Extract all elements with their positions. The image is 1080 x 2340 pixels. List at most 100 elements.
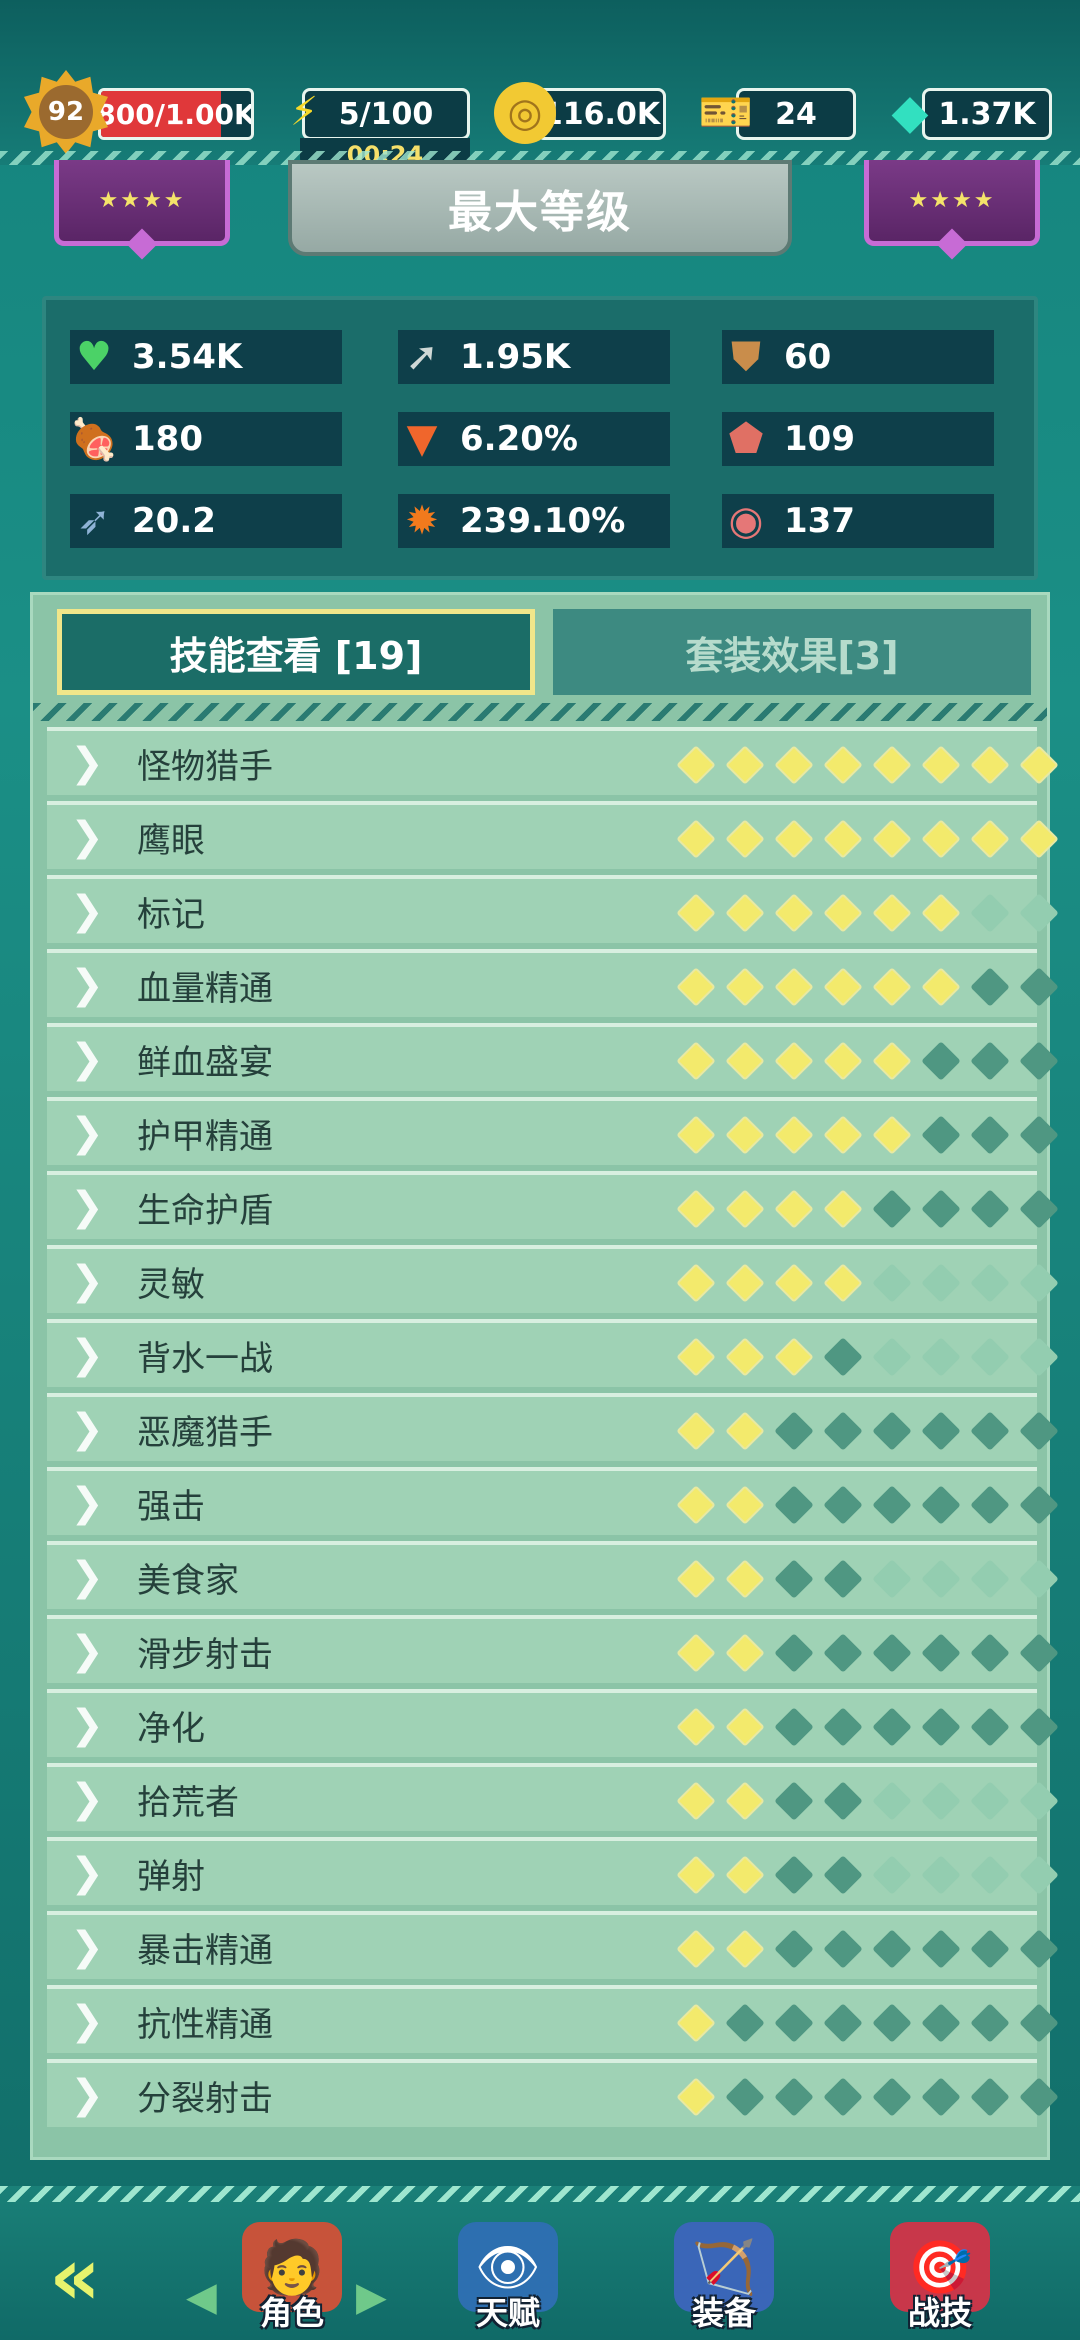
skill-level-pips — [671, 2077, 1063, 2117]
level-pip-filled — [872, 1115, 912, 1155]
level-pip-empty — [1019, 1633, 1059, 1673]
nav-talent[interactable]: 👁 天赋 — [438, 2214, 578, 2334]
nav-character[interactable]: 🧑 角色 — [222, 2214, 362, 2334]
level-pip-filled — [774, 745, 814, 785]
chevron-right-icon: ❯ — [70, 1702, 104, 1748]
skill-name: 弹射 — [137, 1856, 205, 1897]
skill-row[interactable]: ❯ 美食家 — [47, 1541, 1059, 1609]
skill-row[interactable]: ❯ 生命护盾 — [47, 1171, 1059, 1239]
level-pip-filled — [725, 1189, 765, 1229]
level-pip-empty — [872, 1781, 912, 1821]
stat-item: ◉ 137 — [722, 494, 994, 548]
skill-row[interactable]: ❯ 鲜血盛宴 — [47, 1023, 1059, 1091]
skill-row[interactable]: ❯ 分裂射击 — [47, 2059, 1059, 2127]
stat-item: ⛊ 60 — [722, 330, 994, 384]
nav-equipment[interactable]: 🏹 装备 — [654, 2214, 794, 2334]
skill-row[interactable]: ❯ 暴击精通 — [47, 1911, 1059, 1979]
level-pip-filled — [774, 893, 814, 933]
skill-level-pips — [671, 2003, 1063, 2043]
spear-icon: ➚ — [405, 334, 439, 380]
level-pip-empty — [921, 1485, 961, 1525]
gem-plus-icon[interactable]: ◆ — [874, 76, 946, 148]
level-pip-empty — [872, 1855, 912, 1895]
skill-row[interactable]: ❯ 拾荒者 — [47, 1763, 1059, 1831]
skill-row[interactable]: ❯ 滑步射击 — [47, 1615, 1059, 1683]
skill-row[interactable]: ❯ 强击 — [47, 1467, 1059, 1535]
level-pip-filled — [725, 1337, 765, 1377]
skill-row[interactable]: ❯ 抗性精通 — [47, 1985, 1059, 2053]
level-pip-empty — [872, 1559, 912, 1599]
level-pip-empty — [872, 1485, 912, 1525]
stat-value: 109 — [784, 419, 855, 459]
level-pip-filled — [725, 1263, 765, 1303]
level-pip-empty — [921, 2003, 961, 2043]
tickets-value: 24 — [775, 96, 817, 132]
level-pip-filled — [774, 1337, 814, 1377]
target-icon: ◉ — [728, 498, 764, 544]
coin-plus-icon[interactable]: ◎ — [494, 82, 556, 144]
skill-name: 怪物猎手 — [137, 746, 273, 787]
level-pip-filled — [872, 819, 912, 859]
level-pip-empty — [1019, 967, 1059, 1007]
level-pip-empty — [774, 1781, 814, 1821]
skill-name: 背水一战 — [137, 1338, 273, 1379]
skill-row[interactable]: ❯ 血量精通 — [47, 949, 1059, 1017]
level-pip-empty — [921, 1929, 961, 1969]
level-pip-empty — [970, 1411, 1010, 1451]
level-pip-filled — [872, 745, 912, 785]
level-pip-empty — [823, 2077, 863, 2117]
level-pip-filled — [921, 745, 961, 785]
level-pip-empty — [872, 1633, 912, 1673]
level-pip-empty — [774, 1707, 814, 1747]
level-pip-filled — [676, 819, 716, 859]
level-pip-filled — [774, 1263, 814, 1303]
level-pip-empty — [921, 1781, 961, 1821]
chevron-right-icon: ❯ — [70, 1332, 104, 1378]
level-pip-filled — [725, 1041, 765, 1081]
skill-row[interactable]: ❯ 护甲精通 — [47, 1097, 1059, 1165]
level-pip-filled — [774, 1041, 814, 1081]
level-pip-empty — [1019, 1929, 1059, 1969]
crown-icon: ⬟ — [728, 416, 764, 462]
player-level-badge[interactable]: 92 — [24, 70, 108, 154]
skill-row[interactable]: ❯ 背水一战 — [47, 1319, 1059, 1387]
skill-row[interactable]: ❯ 标记 — [47, 875, 1059, 943]
skill-row[interactable]: ❯ 净化 — [47, 1689, 1059, 1757]
level-pip-filled — [725, 745, 765, 785]
level-pip-filled — [676, 1559, 716, 1599]
tab-set-effects[interactable]: 套装效果[3] — [553, 609, 1031, 695]
skill-level-pips — [671, 1337, 1063, 1377]
nav-skill[interactable]: 🎯 战技 — [870, 2214, 1010, 2334]
level-pip-empty — [921, 1115, 961, 1155]
stat-value: 60 — [784, 337, 832, 377]
skill-name: 分裂射击 — [137, 2078, 273, 2119]
chevron-right-icon: ❯ — [70, 1110, 104, 1156]
left-equipment-card[interactable]: ★★★★ — [54, 160, 230, 260]
tab-skills[interactable]: 技能查看 [19] — [57, 609, 535, 695]
top-resource-bar: 800/1.00K 92 5/100 ⚡ 00:24 116.0K ◎ 24 🎫… — [0, 0, 1080, 172]
skill-row[interactable]: ❯ 弹射 — [47, 1837, 1059, 1905]
level-pip-filled — [725, 1633, 765, 1673]
level-pip-empty — [872, 2003, 912, 2043]
skill-row[interactable]: ❯ 灵敏 — [47, 1245, 1059, 1313]
back-arrow-icon[interactable]: « — [20, 2226, 130, 2326]
skill-name: 暴击精通 — [137, 1930, 273, 1971]
ticket-plus-icon[interactable]: 🎫 — [690, 76, 762, 148]
skill-name: 标记 — [137, 894, 205, 935]
skill-row[interactable]: ❯ 鹰眼 — [47, 801, 1059, 869]
level-pip-empty — [1019, 1781, 1059, 1821]
max-level-plate: 最大等级 — [288, 160, 792, 256]
level-pip-empty — [823, 2003, 863, 2043]
skill-row[interactable]: ❯ 怪物猎手 — [47, 727, 1059, 795]
chevron-right-icon: ❯ — [70, 1184, 104, 1230]
level-pip-filled — [823, 893, 863, 933]
nav-talent-label: 天赋 — [475, 2294, 540, 2332]
skill-row[interactable]: ❯ 恶魔猎手 — [47, 1393, 1059, 1461]
skill-level-pips — [671, 1559, 1063, 1599]
stat-value: 3.54K — [132, 337, 243, 377]
skill-name: 拾荒者 — [137, 1782, 239, 1823]
level-pip-empty — [921, 1041, 961, 1081]
level-pip-filled — [676, 1929, 716, 1969]
right-equipment-card[interactable]: ★★★★ — [864, 160, 1040, 260]
level-pip-empty — [823, 1337, 863, 1377]
